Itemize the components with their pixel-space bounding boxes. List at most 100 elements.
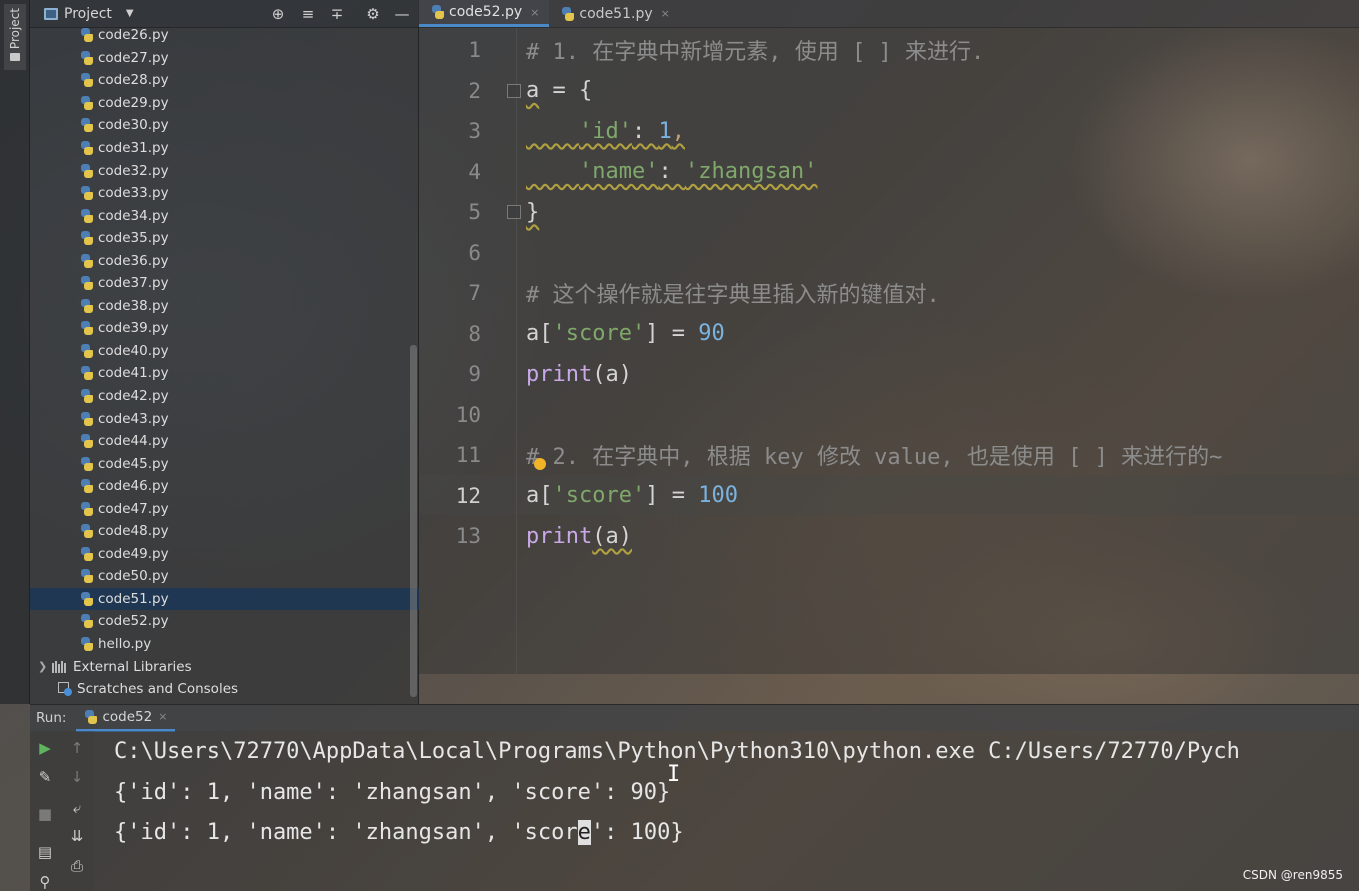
project-view-icon xyxy=(44,7,58,20)
code-line-11[interactable]: 11 # 2. 在字典中, 根据 key 修改 value, 也是使用 [ ] … xyxy=(419,435,1359,476)
close-icon[interactable]: × xyxy=(158,710,167,723)
tree-file-item[interactable]: code27.py xyxy=(30,47,410,70)
gear-icon[interactable]: ⚙ xyxy=(363,4,383,24)
soft-wrap-icon[interactable]: ⤶ xyxy=(66,797,88,819)
token-key: 'score' xyxy=(552,321,646,347)
tree-file-item[interactable]: code31.py xyxy=(30,137,410,160)
pin-icon[interactable]: ⚲ xyxy=(34,871,56,891)
layout-icon[interactable]: ▤ xyxy=(34,841,56,863)
project-tool-tab[interactable]: Project xyxy=(4,4,26,70)
tree-file-label: code50.py xyxy=(98,568,169,585)
tree-file-item[interactable]: code49.py xyxy=(30,543,410,566)
tab-code52[interactable]: code52.py × xyxy=(419,0,550,27)
expand-all-icon[interactable]: ≡ xyxy=(298,4,318,24)
chevron-right-icon[interactable]: ❯ xyxy=(38,660,52,673)
code-line-6[interactable]: 6 xyxy=(419,233,1359,274)
code-line-2[interactable]: 2 a = { xyxy=(419,71,1359,112)
tree-file-item[interactable]: code29.py xyxy=(30,92,410,115)
code-line-9[interactable]: 9 print(a) xyxy=(419,354,1359,395)
tree-file-item[interactable]: code48.py xyxy=(30,520,410,543)
line-number: 4 xyxy=(468,159,481,184)
code-editor[interactable]: 1 # 1. 在字典中新增元素, 使用 [ ] 来进行. 2 a = { 3 '… xyxy=(419,28,1359,674)
fold-marker-icon[interactable] xyxy=(507,83,521,98)
hide-panel-icon[interactable]: — xyxy=(392,4,412,24)
lightbulb-icon[interactable] xyxy=(534,458,546,470)
tree-file-item[interactable]: code26.py xyxy=(30,24,410,47)
close-icon[interactable]: × xyxy=(530,6,539,19)
scroll-to-end-icon[interactable]: ⇊ xyxy=(66,825,88,847)
tree-file-item[interactable]: code33.py xyxy=(30,182,410,205)
code-line-8[interactable]: 8 a['score'] = 90 xyxy=(419,314,1359,355)
tree-scratches[interactable]: Scratches and Consoles xyxy=(30,678,410,701)
line-number: 10 xyxy=(455,402,481,427)
stop-icon[interactable]: ■ xyxy=(34,803,56,825)
tree-file-item[interactable]: code45.py xyxy=(30,452,410,475)
tree-file-item[interactable]: code38.py xyxy=(30,295,410,318)
tree-file-item[interactable]: code32.py xyxy=(30,159,410,182)
tree-file-label: code41.py xyxy=(98,365,169,382)
project-panel: Project ▼ ⊕ ≡ ∓ ⚙ — code26.py code27.py co… xyxy=(30,0,419,704)
tree-file-item[interactable]: code41.py xyxy=(30,362,410,385)
tree-file-item[interactable]: hello.py xyxy=(30,633,410,656)
python-file-icon xyxy=(80,434,94,449)
tree-file-item[interactable]: code35.py xyxy=(30,227,410,250)
wrench-icon[interactable]: ✎ xyxy=(34,766,56,788)
tree-file-item[interactable]: code39.py xyxy=(30,317,410,340)
chevron-down-icon[interactable]: ▼ xyxy=(126,8,134,19)
python-file-icon xyxy=(80,479,94,494)
python-file-icon xyxy=(80,186,94,201)
code-line-3[interactable]: 3 'id': 1, xyxy=(419,111,1359,152)
code-line-4[interactable]: 4 'name': 'zhangsan' xyxy=(419,152,1359,193)
tree-file-item[interactable]: code47.py xyxy=(30,497,410,520)
tree-file-item[interactable]: code44.py xyxy=(30,430,410,453)
python-file-icon xyxy=(80,411,94,426)
token-rest: (a) xyxy=(592,361,632,387)
code-line-7[interactable]: 7 # 这个操作就是往字典里插入新的键值对. xyxy=(419,273,1359,314)
arrow-down-icon[interactable]: ↓ xyxy=(66,766,88,788)
run-tab-label: code52 xyxy=(102,708,153,725)
tree-file-item[interactable]: code36.py xyxy=(30,249,410,272)
tree-file-label: code39.py xyxy=(98,320,169,337)
library-icon xyxy=(52,660,68,673)
tree-file-item[interactable]: code40.py xyxy=(30,340,410,363)
token-value: 1 xyxy=(658,118,672,144)
tree-file-item[interactable]: code52.py xyxy=(30,610,410,633)
code-line-1[interactable]: 1 # 1. 在字典中新增元素, 使用 [ ] 来进行. xyxy=(419,30,1359,71)
tree-file-item[interactable]: code46.py xyxy=(30,475,410,498)
code-text: 'name': 'zhangsan' xyxy=(526,159,817,184)
python-file-icon xyxy=(80,253,94,268)
tree-file-item[interactable]: code51.py xyxy=(30,587,419,611)
close-icon[interactable]: × xyxy=(661,7,670,20)
tree-file-item[interactable]: code34.py xyxy=(30,204,410,227)
tree-file-label: code48.py xyxy=(98,523,169,540)
print-icon[interactable]: ⎙ xyxy=(66,855,88,877)
tree-file-item[interactable]: code50.py xyxy=(30,565,410,588)
code-line-12[interactable]: 12 a['score'] = 100 xyxy=(419,476,1359,517)
tree-file-label: hello.py xyxy=(98,636,152,653)
code-line-5[interactable]: 5 } xyxy=(419,192,1359,233)
tree-file-label: code29.py xyxy=(98,94,169,111)
locate-file-icon[interactable]: ⊕ xyxy=(268,4,288,24)
collapse-all-icon[interactable]: ∓ xyxy=(327,4,347,24)
tree-file-item[interactable]: code43.py xyxy=(30,407,410,430)
tree-file-item[interactable]: code30.py xyxy=(30,114,410,137)
tree-external-libraries[interactable]: ❯ External Libraries xyxy=(30,655,410,678)
run-toolbar: ▶ ↑ ✎ ↓ ■ ⤶ ⇊ ▤ ⎙ ⚲ xyxy=(30,731,94,891)
run-tab-code52[interactable]: code52 × xyxy=(76,705,176,732)
line-number: 9 xyxy=(468,362,481,387)
arrow-up-icon[interactable]: ↑ xyxy=(66,737,88,759)
python-file-icon xyxy=(80,591,94,606)
fold-marker-icon[interactable] xyxy=(507,205,521,219)
tree-file-item[interactable]: code37.py xyxy=(30,272,410,295)
project-panel-title[interactable]: Project xyxy=(64,6,112,22)
code-line-10[interactable]: 10 xyxy=(419,395,1359,436)
code-line-13[interactable]: 13 print(a) xyxy=(419,516,1359,557)
run-console-output[interactable]: C:\Users\72770\AppData\Local\Programs\Py… xyxy=(94,731,1359,891)
tree-file-item[interactable]: code42.py xyxy=(30,385,410,408)
token-rest: = { xyxy=(539,78,593,104)
tab-code51[interactable]: code51.py × xyxy=(549,0,679,27)
project-scrollbar[interactable] xyxy=(410,345,417,697)
tree-file-item[interactable]: code28.py xyxy=(30,69,410,92)
console-line-text: ': 100} xyxy=(590,820,684,845)
rerun-icon[interactable]: ▶ xyxy=(34,737,56,759)
